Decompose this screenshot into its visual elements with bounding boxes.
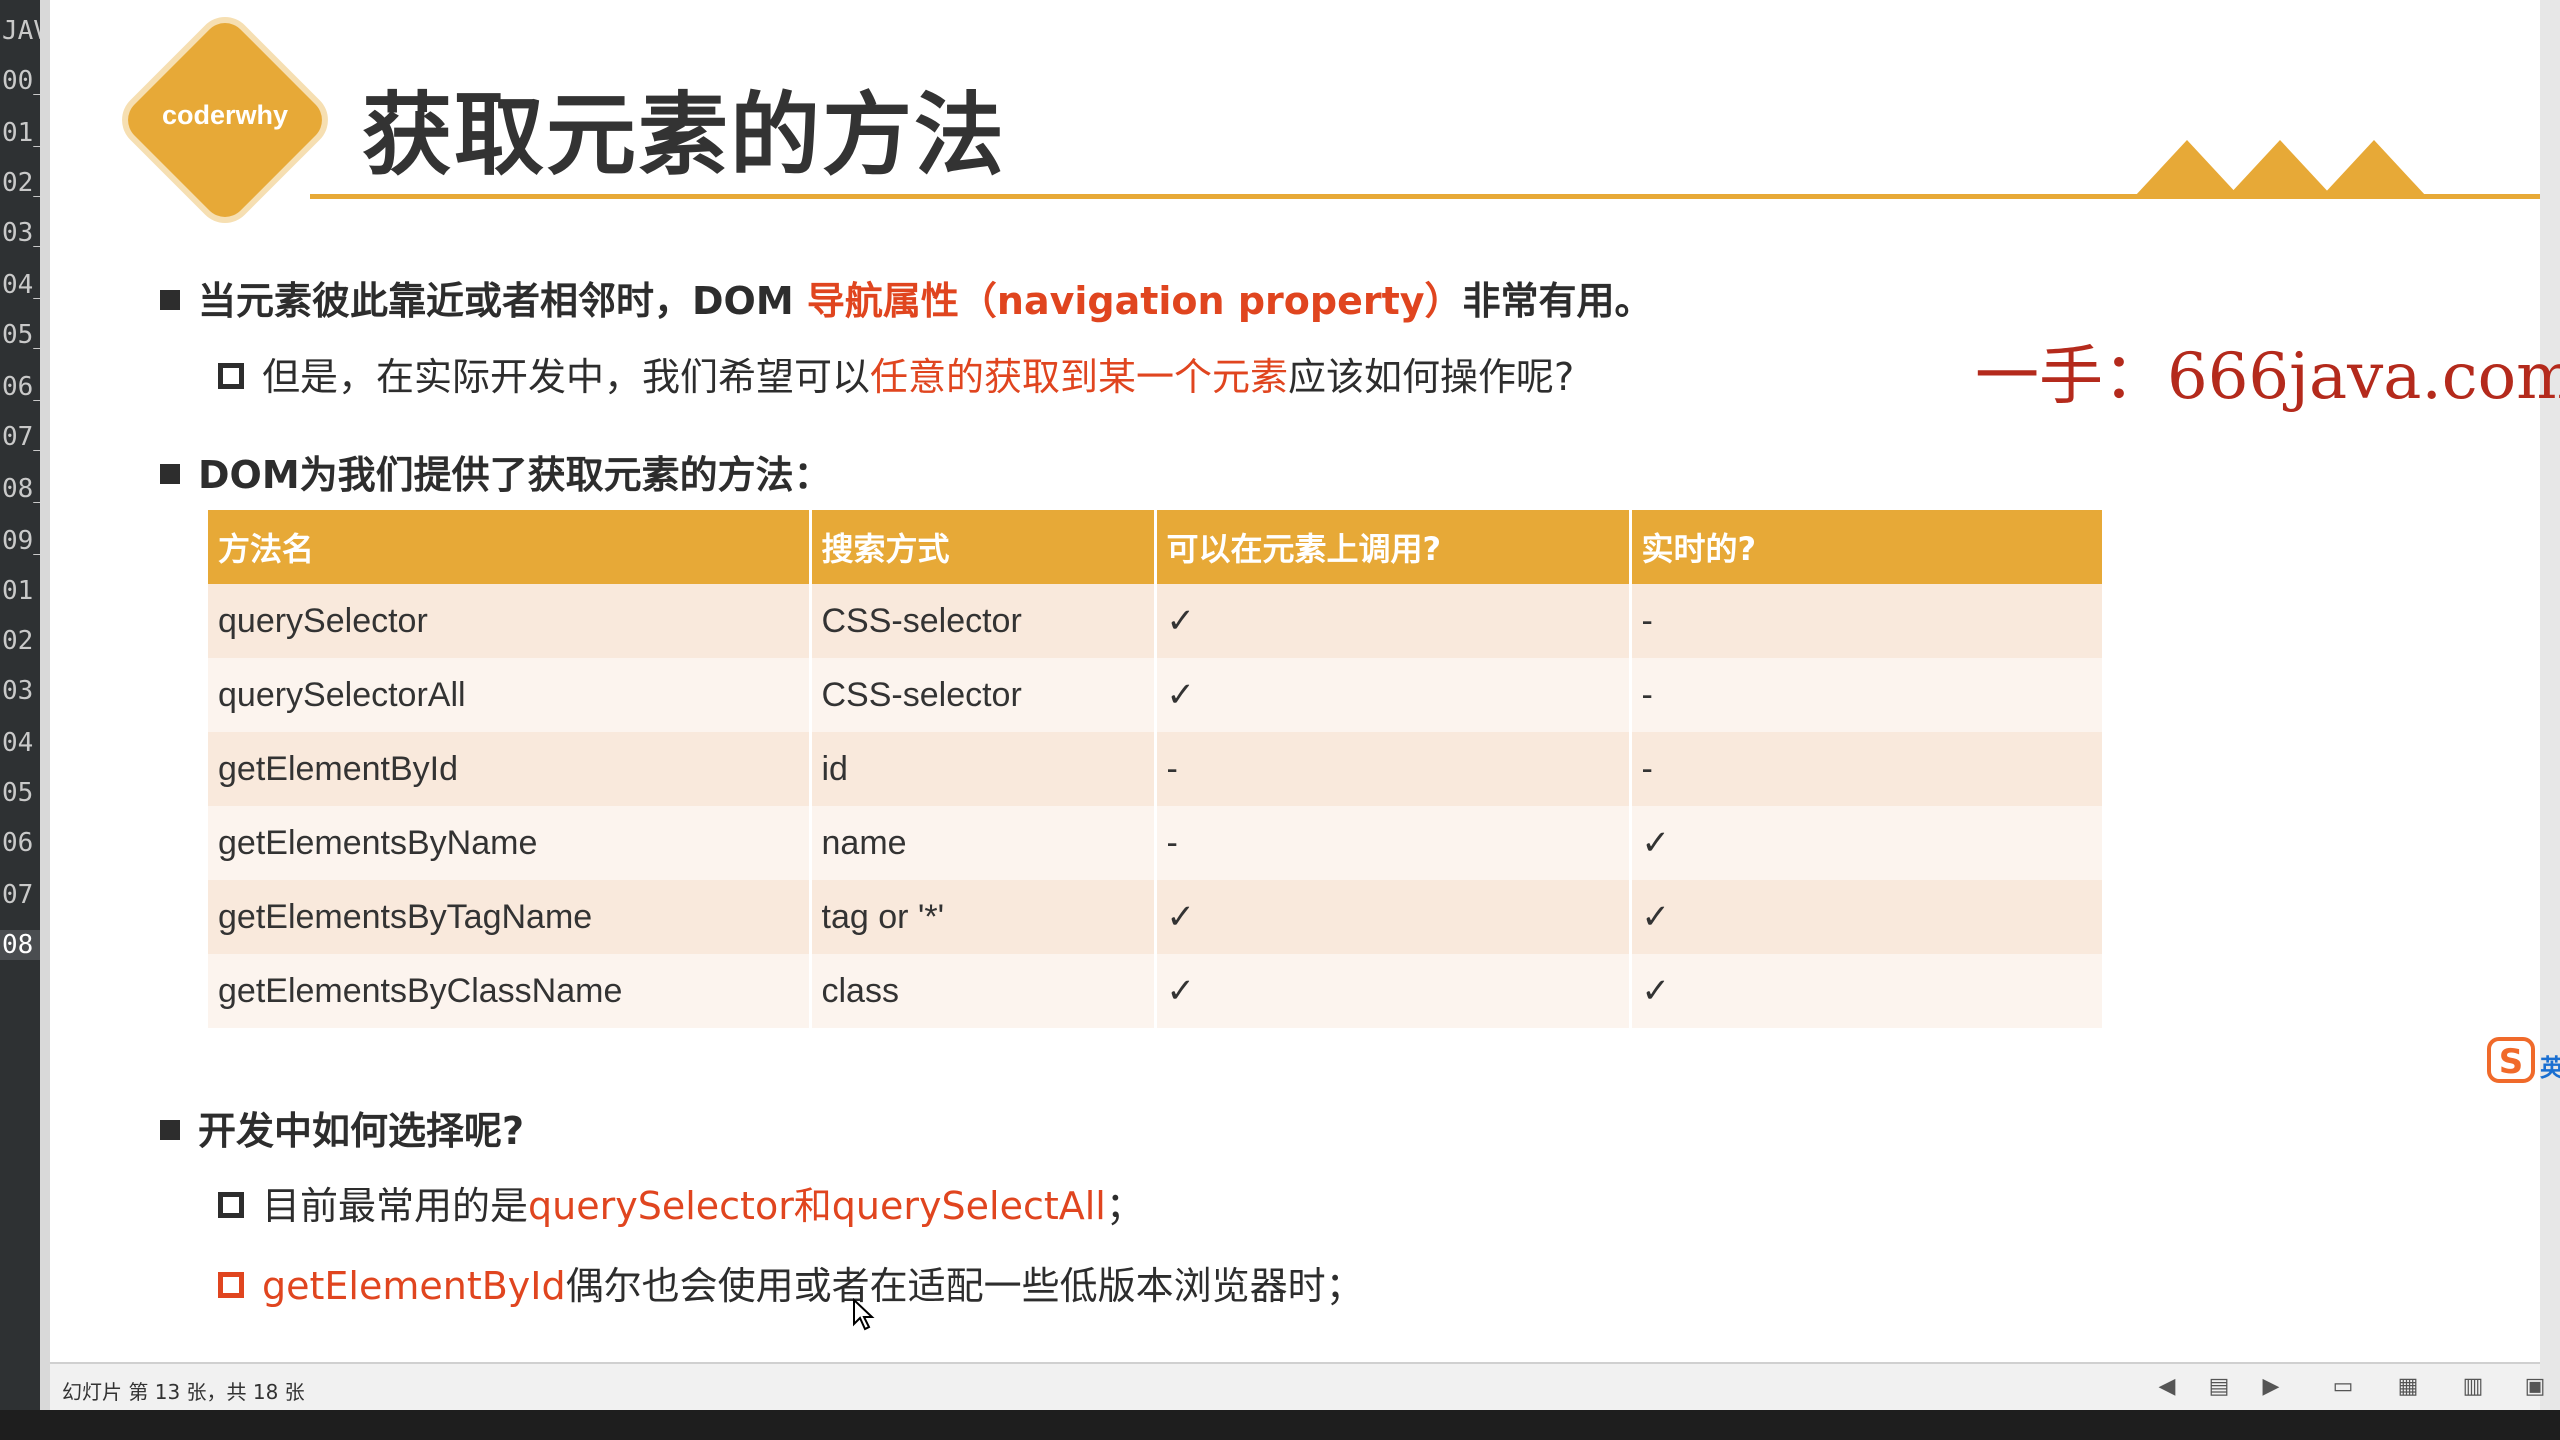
normal-view-icon[interactable]: ▭ — [2330, 1374, 2356, 1400]
table-cell: getElementsByName — [208, 806, 812, 880]
table-cell: - — [1630, 658, 2105, 732]
slide-title: 获取元素的方法 — [362, 83, 1006, 188]
table-cell: - — [1155, 732, 1632, 806]
ide-file-item[interactable]: 01_ — [0, 118, 40, 148]
sub-bullet-question: 但是，在实际开发中，我们希望可以任意的获取到某一个元素应该如何操作呢? — [218, 346, 1574, 401]
table-header: 可以在元素上调用? — [1155, 510, 1632, 584]
hollow-square-bullet-icon — [218, 362, 244, 389]
square-bullet-icon — [160, 1119, 180, 1140]
ide-file-item[interactable]: 05 — [0, 778, 40, 808]
table-row: getElementById id - - — [208, 732, 2105, 806]
notes-icon[interactable]: ▤ — [2206, 1374, 2232, 1400]
table-header: 方法名 — [208, 510, 812, 584]
slide-sorter-icon[interactable]: ▦ — [2395, 1374, 2421, 1400]
ide-file-item[interactable]: 08_ — [0, 474, 40, 504]
table-row: getElementsByClassName class ✓ ✓ — [208, 954, 2105, 1028]
ide-file-item[interactable]: 03 — [0, 676, 40, 706]
table-cell: ✓ — [1155, 880, 1632, 954]
next-slide-icon[interactable]: ▶ — [2258, 1374, 2284, 1400]
ide-border — [40, 0, 50, 1410]
ide-file-item[interactable]: 06_ — [0, 372, 40, 402]
ide-file-item[interactable]: 01 — [0, 576, 40, 606]
table-row: getElementsByName name - ✓ — [208, 806, 2105, 880]
ide-file-item[interactable]: 05_ — [0, 320, 40, 350]
ide-file-item[interactable]: 04_ — [0, 270, 40, 300]
table-cell: getElementsByTagName — [208, 880, 812, 954]
taskbar-strip — [0, 1410, 2560, 1440]
table-row: querySelectorAll CSS-selector ✓ - — [208, 658, 2105, 732]
square-bullet-icon — [160, 463, 180, 484]
ide-file-item[interactable]: 00_ — [0, 66, 40, 96]
table-cell: ✓ — [1630, 880, 2105, 954]
mountain-decoration — [2322, 140, 2426, 196]
table-cell: querySelector — [208, 584, 812, 658]
ide-file-item[interactable]: 06 — [0, 828, 40, 858]
hollow-square-bullet-icon — [218, 1271, 244, 1298]
slideshow-icon[interactable]: ▣ — [2522, 1374, 2548, 1400]
ide-file-item[interactable]: 03_ — [0, 218, 40, 248]
mouse-cursor-icon — [853, 1298, 875, 1331]
svg-text:S: S — [2499, 1042, 2524, 1082]
table-cell: ✓ — [1155, 584, 1632, 658]
ime-mode-label[interactable]: 英 — [2540, 1048, 2560, 1083]
ide-file-item[interactable]: JAV — [0, 16, 40, 46]
table-cell: - — [1155, 806, 1632, 880]
table-cell: class — [810, 954, 1157, 1028]
logo-text: coderwhy — [161, 100, 289, 130]
table-cell: ✓ — [1155, 658, 1632, 732]
bullet-how-to-choose: 开发中如何选择呢? — [160, 1100, 524, 1155]
table-cell: id — [810, 732, 1157, 806]
ide-file-item[interactable]: 07_ — [0, 422, 40, 452]
methods-table: 方法名 搜索方式 可以在元素上调用? 实时的? querySelector CSS… — [208, 510, 2105, 1028]
table-cell: - — [1630, 584, 2105, 658]
table-header-row: 方法名 搜索方式 可以在元素上调用? 实时的? — [208, 510, 2105, 584]
table-row: getElementsByTagName tag or '*' ✓ ✓ — [208, 880, 2105, 954]
table-cell: getElementById — [208, 732, 812, 806]
table-cell: ✓ — [1155, 954, 1632, 1028]
table-cell: ✓ — [1630, 954, 2105, 1028]
sub-bullet-common: 目前最常用的是querySelector和querySelectAll； — [218, 1175, 1144, 1230]
table-header: 搜索方式 — [810, 510, 1157, 584]
bullet-dom-methods: DOM为我们提供了获取元素的方法： — [160, 444, 832, 499]
sub-bullet-getelementbyid: getElementById偶尔也会使用或者在适配一些低版本浏览器时； — [218, 1255, 1364, 1310]
table-cell: CSS-selector — [810, 584, 1157, 658]
status-bar: 幻灯片 第 13 张，共 18 张 ◀ ▤ ▶ ▭ ▦ ▥ ▣ — [50, 1362, 2545, 1410]
table-cell: CSS-selector — [810, 658, 1157, 732]
bullet-navigation: 当元素彼此靠近或者相邻时，DOM 导航属性（navigation propert… — [160, 270, 1653, 325]
reading-view-icon[interactable]: ▥ — [2460, 1374, 2486, 1400]
slide-counter: 幻灯片 第 13 张，共 18 张 — [62, 1380, 305, 1404]
table-cell: name — [810, 806, 1157, 880]
ide-file-item[interactable]: 08 — [0, 930, 40, 960]
table-header: 实时的? — [1630, 510, 2105, 584]
watermark-text: 一手：666java.com — [1975, 340, 2560, 414]
ide-file-item[interactable]: 02 — [0, 626, 40, 656]
hollow-square-bullet-icon — [218, 1191, 244, 1218]
table-row: querySelector CSS-selector ✓ - — [208, 584, 2105, 658]
ide-file-item[interactable]: 02_ — [0, 168, 40, 198]
mountain-decoration — [2135, 140, 2239, 196]
ide-file-item[interactable]: 04 — [0, 728, 40, 758]
ide-file-list: JAV 00_ 01_ 02_ 03_ 04_ 05_ 06_ 07_ 08_ 09_ 01 02 03 0… — [0, 0, 40, 1410]
square-bullet-icon — [160, 289, 180, 310]
table-cell: - — [1630, 732, 2105, 806]
table-cell: getElementsByClassName — [208, 954, 812, 1028]
window-right-border — [2540, 0, 2560, 1410]
mountain-decoration — [2228, 140, 2332, 196]
table-cell: ✓ — [1630, 806, 2105, 880]
table-cell: querySelectorAll — [208, 658, 812, 732]
table-cell: tag or '*' — [810, 880, 1157, 954]
ide-file-item[interactable]: 09_ — [0, 526, 40, 556]
ide-file-item[interactable]: 07 — [0, 880, 40, 910]
previous-slide-icon[interactable]: ◀ — [2154, 1374, 2180, 1400]
sogou-ime-icon[interactable]: S — [2485, 1035, 2540, 1087]
